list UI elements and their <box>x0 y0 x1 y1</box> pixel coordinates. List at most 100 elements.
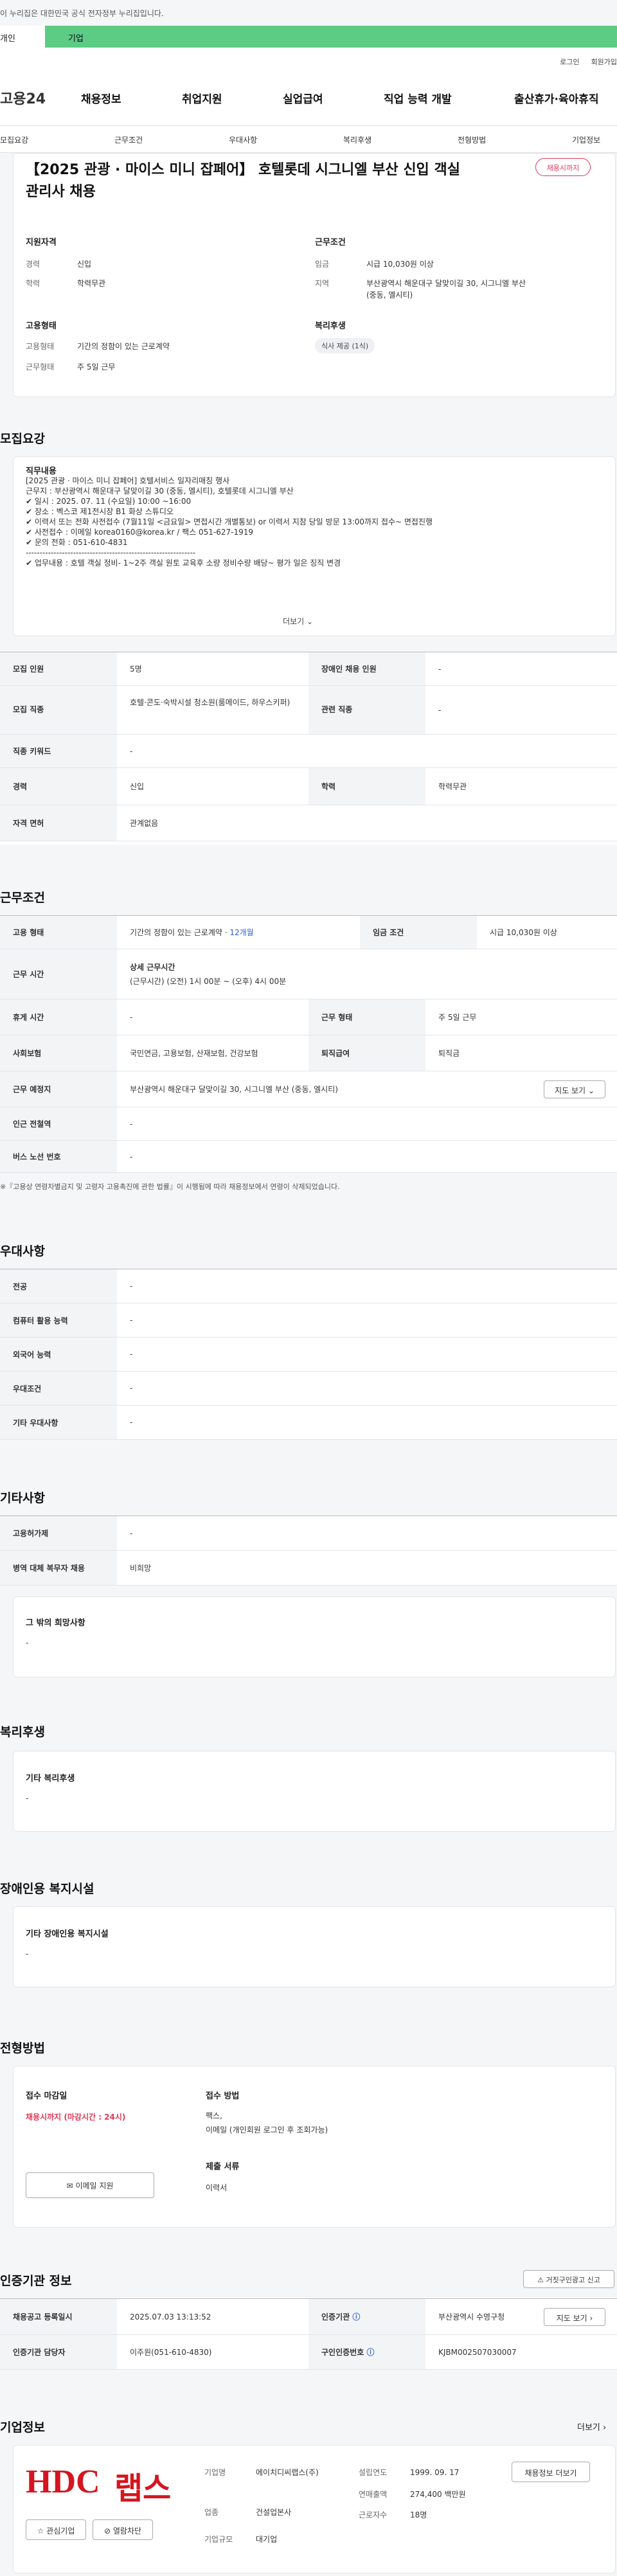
gnb-parental-leave[interactable]: 출산휴가·육아휴직 <box>514 90 599 106</box>
cell-value: - <box>130 1316 133 1325</box>
cell-value: - <box>130 1282 133 1291</box>
map-button[interactable]: 지도 보기 › <box>544 2308 605 2326</box>
cell-label: 인근 전철역 <box>0 1107 117 1140</box>
table-row: 외국어 능력 - <box>0 1337 617 1372</box>
gnb-employment-support[interactable]: 취업지원 <box>182 90 222 106</box>
signup-link[interactable]: 회원가입 <box>591 58 617 66</box>
cell-label: 퇴직급여 <box>308 1035 425 1071</box>
nav-recruit[interactable]: 모집요강 <box>0 134 28 145</box>
method-value-fax: 팩스, <box>206 2111 222 2120</box>
cell-label: 근무 예정지 <box>0 1071 117 1107</box>
report-icon: ⚠ <box>537 2276 544 2284</box>
cell-value: 학력무관 <box>438 782 467 791</box>
chevron-right-icon: › <box>589 2314 593 2323</box>
info-icon[interactable]: ⓘ <box>352 2312 360 2321</box>
disabled-facility-value: - <box>26 1949 29 1958</box>
cell-value: 2025.07.03 13:13:52 <box>130 2312 211 2321</box>
table-row: 모집 직종 호텔·콘도·숙박시설 청소원(룸메이드, 하우스키퍼) 관련 직종 … <box>0 686 617 735</box>
table-row: 병역 대체 복무자 채용 비희망 <box>0 1551 617 1586</box>
site-logo[interactable]: 고용24 <box>0 87 46 108</box>
nav-conditions[interactable]: 근무조건 <box>114 134 143 145</box>
cell-label: 인증기관 담당자 <box>0 2335 117 2369</box>
login-link[interactable]: 로그인 <box>560 58 579 66</box>
contract-months: 12개월 <box>229 928 254 937</box>
cell-value: 주 5일 근무 <box>438 1013 477 1022</box>
nav-company[interactable]: 기업정보 <box>572 134 600 145</box>
table-row: 우대조건 - <box>0 1372 617 1406</box>
tab-personal[interactable]: 개인 <box>0 26 45 48</box>
emptype-label: 고용형태 <box>26 342 55 351</box>
util-links: 로그인 회원가입 <box>548 57 617 67</box>
cell-label: 외국어 능력 <box>0 1337 117 1371</box>
career-value: 신입 <box>77 260 92 269</box>
table-row: 인근 전철역 - <box>0 1107 617 1141</box>
report-button-label: 거짓구인광고 신고 <box>546 2276 600 2284</box>
table-row: 컴퓨터 활용 능력 - <box>0 1303 617 1337</box>
table-row: 휴게 시간 - 근무 형태 주 5일 근무 <box>0 999 617 1035</box>
nav-process[interactable]: 전형방법 <box>458 134 486 145</box>
sales-label: 연매출액 <box>359 2490 388 2499</box>
table-row: 버스 노선 번호 - <box>0 1141 617 1173</box>
cell-label: 사회보험 <box>0 1035 117 1071</box>
cell-label: 근무 시간 <box>0 949 117 999</box>
cell-value: 퇴직금 <box>438 1049 460 1058</box>
cell-label: 경력 <box>0 768 117 805</box>
cell-label: 컴퓨터 활용 능력 <box>0 1303 117 1337</box>
info-icon[interactable]: ⓘ <box>366 2348 374 2357</box>
conditions-table: 고용 형태 기간의 정함이 있는 근로계약 · 12개월 임금 조건 시급 10… <box>0 915 617 1173</box>
industry-label: 업종 <box>204 2508 219 2517</box>
cell-label: 고용 형태 <box>0 916 117 949</box>
cell-label: 버스 노선 번호 <box>0 1141 117 1172</box>
company-logo-ko: 랩스 <box>114 2471 172 2507</box>
cell-value: (근무시간) (오전) 1시 00분 ~ (오후) 4시 00분 <box>130 977 287 986</box>
tab-company[interactable]: 기업 <box>45 26 617 48</box>
table-row: 자격 면허 관계없음 <box>0 805 617 841</box>
table-row: 전공 - <box>0 1269 617 1303</box>
welfare-pill: 식사 제공 (1식) <box>315 338 375 353</box>
mail-icon: ✉ <box>66 2181 73 2190</box>
table-row: 사회보험 국민연금, 고용보험, 산재보험, 건강보험 퇴직급여 퇴직금 <box>0 1035 617 1071</box>
nav-welfare[interactable]: 복리후생 <box>343 134 371 145</box>
block-company-button[interactable]: ⊘ 열람차단 <box>93 2519 153 2540</box>
report-button[interactable]: ⚠ 거짓구인광고 신고 <box>523 2270 614 2288</box>
favorite-company-button[interactable]: ☆ 관심기업 <box>26 2519 86 2540</box>
chevron-right-icon: › <box>603 2423 607 2433</box>
cell-value: 국민연금, 고용보험, 산재보험, 건강보험 <box>130 1049 258 1058</box>
gnb-training[interactable]: 직업 능력 개발 <box>384 90 452 106</box>
disabled-facility-card <box>13 1906 616 1987</box>
cell-label: 임금 조건 <box>360 916 477 949</box>
employment-heading: 고용형태 <box>26 321 57 331</box>
cell-value: - <box>130 1384 133 1393</box>
cell-value: - <box>130 747 133 756</box>
map-button-label: 지도 보기 <box>555 1086 586 1095</box>
cell-label: 우대조건 <box>0 1372 117 1405</box>
cell-label: 장애인 채용 인원 <box>308 652 425 685</box>
email-apply-button[interactable]: ✉ 이메일 지원 <box>26 2172 154 2198</box>
gnb-jobs[interactable]: 채용정보 <box>81 90 121 106</box>
job-title: 【2025 관광 · 마이스 미니 잡페어】 호텔롯데 시그니엘 부산 신입 객… <box>26 162 460 200</box>
more-label: 더보기 <box>283 617 305 626</box>
worktype-value: 주 5일 근무 <box>77 362 116 371</box>
job-info-more-button[interactable]: 채용정보 더보기 <box>512 2462 590 2482</box>
gnb-unemployment[interactable]: 실업급여 <box>283 90 323 106</box>
cell-value: - <box>130 1418 133 1427</box>
map-button[interactable]: 지도 보기 ⌄ <box>544 1080 605 1098</box>
cell-label: 채용공고 등록일시 <box>0 2299 117 2334</box>
cell-label: 전공 <box>0 1269 117 1303</box>
preference-heading: 우대사항 <box>0 1244 45 1258</box>
welfare-heading: 복리후생 <box>315 321 346 331</box>
table-row: 채용공고 등록일시 2025.07.03 13:13:52 인증기관 ⓘ 부산광… <box>0 2299 617 2335</box>
established-value: 1999. 09. 17 <box>410 2468 460 2477</box>
sales-value: 274,400 백만원 <box>410 2490 466 2499</box>
welfare-sub-heading: 기타 복리후생 <box>26 1774 75 1784</box>
company-more-link[interactable]: 더보기 › <box>577 2420 606 2433</box>
deadline-value: 채용시까지 (마감시간 : 24시) <box>26 2113 126 2122</box>
wage-label: 임금 <box>315 260 330 269</box>
more-button[interactable]: 더보기 ⌄ <box>283 616 313 627</box>
cell-label: 학력 <box>308 768 425 805</box>
cell-value: 부산광역시 해운대구 달맞이길 30, 시그니엘 부산 (중동, 엘시티) <box>130 1085 338 1094</box>
email-apply-label: 이메일 지원 <box>75 2181 114 2190</box>
cell-label: 기타 우대사항 <box>0 1406 117 1439</box>
nav-preference[interactable]: 우대사항 <box>229 134 257 145</box>
cell-label: 직종 키워드 <box>0 735 117 767</box>
